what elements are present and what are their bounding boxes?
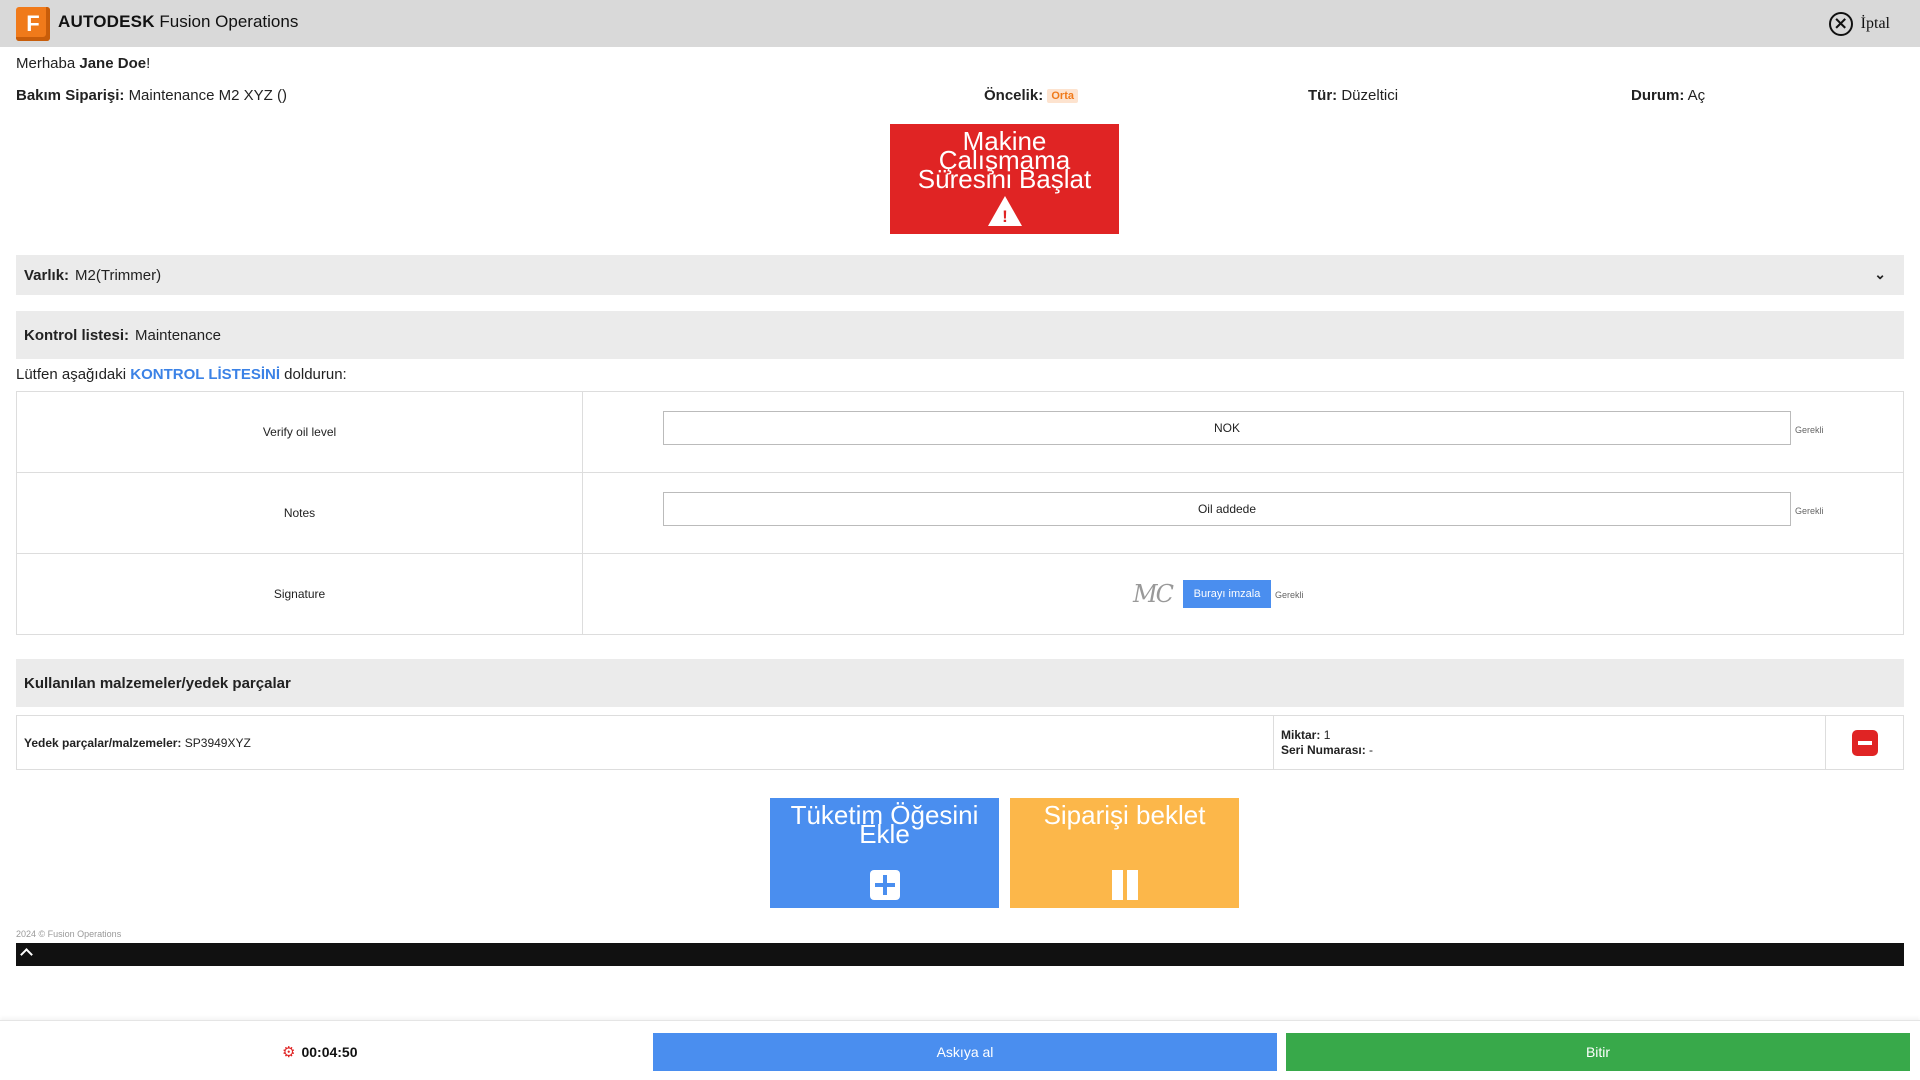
minus-icon (1857, 740, 1872, 745)
copyright: 2024 © Fusion Operations (16, 929, 122, 939)
checklist-instruction: Lütfen aşağıdaki KONTROL LİSTESİNİ doldu… (16, 366, 347, 383)
status-field: Durum: Aç (1631, 87, 1705, 104)
required-label: Gerekli (1795, 425, 1824, 435)
materials-title: Kullanılan malzemeler/yedek parçalar (24, 674, 291, 692)
qty-serial-cell: Miktar: 1 Seri Numarası: - (1273, 715, 1826, 770)
serial-value: - (1369, 742, 1374, 757)
downtime-label: Makine Çalışmama Süresini Başlat (917, 126, 1092, 194)
asset-bar[interactable]: Varlık: M2(Trimmer) ⌄ (16, 255, 1904, 295)
cancel-button[interactable]: × İptal (1828, 12, 1890, 36)
instruction-highlight: KONTROL LİSTESİNİ (130, 366, 280, 383)
status-label: Durum: (1631, 87, 1685, 104)
checklist-row: Verify oil level NOK Gerekli (16, 391, 1904, 473)
checklist-bar: Kontrol listesi: Maintenance (16, 311, 1904, 359)
asset-value: M2(Trimmer) (75, 266, 162, 284)
priority-label: Öncelik: (984, 87, 1044, 104)
finish-button[interactable]: Bitir (1286, 1033, 1910, 1071)
part-cell: Yedek parçalar/malzemeler: SP3949XYZ (16, 715, 1274, 770)
checklist-item-value-cell: MC Burayı imzala Gerekli (582, 553, 1904, 635)
type-value: Düzeltici (1341, 87, 1399, 104)
serial-label: Seri Numarası: (1281, 742, 1366, 757)
suspend-button[interactable]: Askıya al (653, 1033, 1277, 1071)
table-row: Yedek parçalar/malzemeler: SP3949XYZ Mik… (16, 715, 1904, 770)
checklist-row: Notes Oil addede Gerekli (16, 472, 1904, 554)
brand-title: AUTODESK Fusion Operations (58, 12, 298, 32)
bottom-bar: ⚙ 00:04:50 Askıya al Bitir (0, 1020, 1920, 1080)
chevron-up-icon[interactable] (20, 948, 33, 961)
checklist-item-label: Notes (16, 472, 583, 554)
qty-line: Miktar: 1 (1281, 728, 1825, 743)
qty-label: Miktar: (1281, 727, 1321, 742)
priority-field: Öncelik: Orta (984, 87, 1078, 104)
materials-bar: Kullanılan malzemeler/yedek parçalar (16, 659, 1904, 707)
greeting: Merhaba Jane Doe! (16, 55, 150, 72)
brand-rest: Fusion Operations (159, 12, 299, 31)
checklist-value: Maintenance (135, 326, 221, 344)
checklist-table: Verify oil level NOK Gerekli Notes Oil a… (16, 391, 1904, 635)
gears-icon: ⚙ (282, 1043, 296, 1061)
checklist-item-value-cell: NOK Gerekli (582, 391, 1904, 473)
brand-bold: AUTODESK (58, 12, 155, 31)
timer-value: 00:04:50 (301, 1044, 358, 1060)
consume-label: Tüketim Öğesini Ekle (790, 800, 979, 849)
required-label: Gerekli (1275, 590, 1304, 600)
instruction-prefix: Lütfen aşağıdaki (16, 366, 127, 383)
collapse-bar[interactable] (16, 943, 1904, 966)
remove-part-button[interactable] (1851, 729, 1878, 756)
logo-letter: F (26, 11, 40, 36)
timer: ⚙ 00:04:50 (282, 1043, 358, 1061)
checklist-item-label: Verify oil level (16, 391, 583, 473)
top-bar: F AUTODESK Fusion Operations × İptal (0, 0, 1920, 47)
close-circle-icon: × (1828, 12, 1853, 36)
signature-image: MC (1133, 580, 1174, 608)
checklist-item-value-cell: Oil addede Gerekli (582, 472, 1904, 554)
part-value: SP3949XYZ (184, 735, 251, 750)
sign-here-button[interactable]: Burayı imzala (1183, 580, 1271, 608)
cancel-label: İptal (1860, 15, 1890, 32)
notes-field[interactable]: Oil addede (663, 492, 1791, 526)
checklist-row: Signature MC Burayı imzala Gerekli (16, 553, 1904, 635)
priority-badge: Orta (1047, 89, 1078, 104)
remove-cell (1825, 715, 1904, 770)
required-label: Gerekli (1795, 506, 1824, 516)
type-field: Tür: Düzeltici (1308, 87, 1398, 104)
parts-table: Yedek parçalar/malzemeler: SP3949XYZ Mik… (16, 715, 1904, 770)
greeting-suffix: ! (146, 55, 151, 72)
plus-icon (870, 870, 900, 900)
qty-value: 1 (1323, 727, 1331, 742)
order-label: Bakım Siparişi: (16, 87, 125, 104)
status-value: Aç (1687, 87, 1706, 104)
serial-line: Seri Numarası: - (1281, 743, 1825, 758)
hold-label: Siparişi beklet (1043, 800, 1206, 830)
fusion-logo: F (16, 7, 50, 41)
add-consumption-button[interactable]: Tüketim Öğesini Ekle (770, 798, 999, 908)
hold-order-button[interactable]: Siparişi beklet (1010, 798, 1239, 908)
greeting-prefix: Merhaba (16, 55, 76, 72)
pause-icon (1110, 870, 1140, 900)
checklist-label: Kontrol listesi: (24, 326, 130, 344)
type-label: Tür: (1308, 87, 1338, 104)
warning-mark: ! (1002, 207, 1008, 226)
instruction-suffix: doldurun: (284, 366, 347, 383)
order-field: Bakım Siparişi: Maintenance M2 XYZ () (16, 87, 287, 104)
checklist-item-label: Signature (16, 553, 583, 635)
oil-level-field[interactable]: NOK (663, 411, 1791, 445)
user-name: Jane Doe (79, 55, 147, 72)
start-downtime-button[interactable]: Makine Çalışmama Süresini Başlat ! (890, 124, 1119, 234)
part-label: Yedek parçalar/malzemeler: (24, 735, 182, 750)
chevron-down-icon[interactable]: ⌄ (1874, 266, 1886, 283)
order-value: Maintenance M2 XYZ () (128, 87, 287, 104)
asset-label: Varlık: (24, 266, 70, 284)
